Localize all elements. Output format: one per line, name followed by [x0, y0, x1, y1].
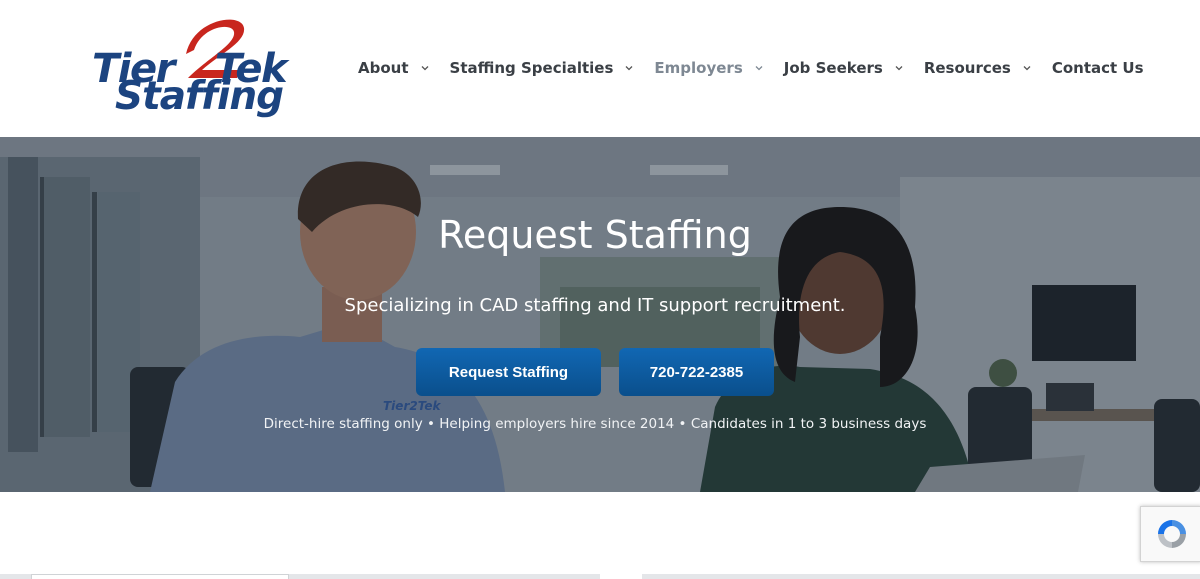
shirt-logo-text: Tier2Tek — [383, 399, 441, 413]
chevron-down-icon — [755, 66, 763, 71]
chevron-down-icon — [1023, 66, 1031, 71]
logo-subtitle: Staffing — [115, 74, 284, 119]
phone-button[interactable]: 720-722-2385 — [619, 348, 774, 396]
chevron-down-icon — [895, 66, 903, 71]
nav-item-contact-us[interactable]: Contact Us — [1052, 59, 1144, 77]
nav-item-employers[interactable]: Employers — [654, 59, 763, 77]
hero-buttons: Request Staffing 720-722-2385 — [416, 348, 774, 396]
chevron-down-icon — [625, 66, 633, 71]
recaptcha-icon — [1157, 520, 1186, 548]
request-staffing-button[interactable]: Request Staffing — [416, 348, 601, 396]
tier2tek-logo[interactable]: Tier2Tek Staffing — [90, 14, 322, 122]
hero-note: Direct-hire staffing only • Helping empl… — [263, 416, 927, 432]
nav-item-staffing-specialties[interactable]: Staffing Specialties — [450, 59, 634, 77]
page-title: Request Staffing — [438, 213, 752, 257]
nav-item-about[interactable]: About — [358, 59, 429, 77]
chevron-down-icon — [421, 66, 428, 71]
nav-item-job-seekers[interactable]: Job Seekers — [784, 59, 903, 77]
hero-subtitle: Specializing in CAD staffing and IT supp… — [344, 295, 846, 316]
site-header: Tier2Tek Staffing About Staffing Special… — [0, 0, 1200, 137]
hero-banner: Tier2Tek Request Staffing Specializing i… — [0, 137, 1200, 492]
nav-item-resources[interactable]: Resources — [924, 59, 1031, 77]
content-card-top — [31, 574, 289, 579]
recaptcha-badge[interactable] — [1140, 506, 1200, 562]
content-section — [0, 492, 1200, 579]
main-nav: About Staffing Specialties Employers Job… — [358, 56, 1144, 80]
content-strip-right — [642, 574, 1200, 579]
